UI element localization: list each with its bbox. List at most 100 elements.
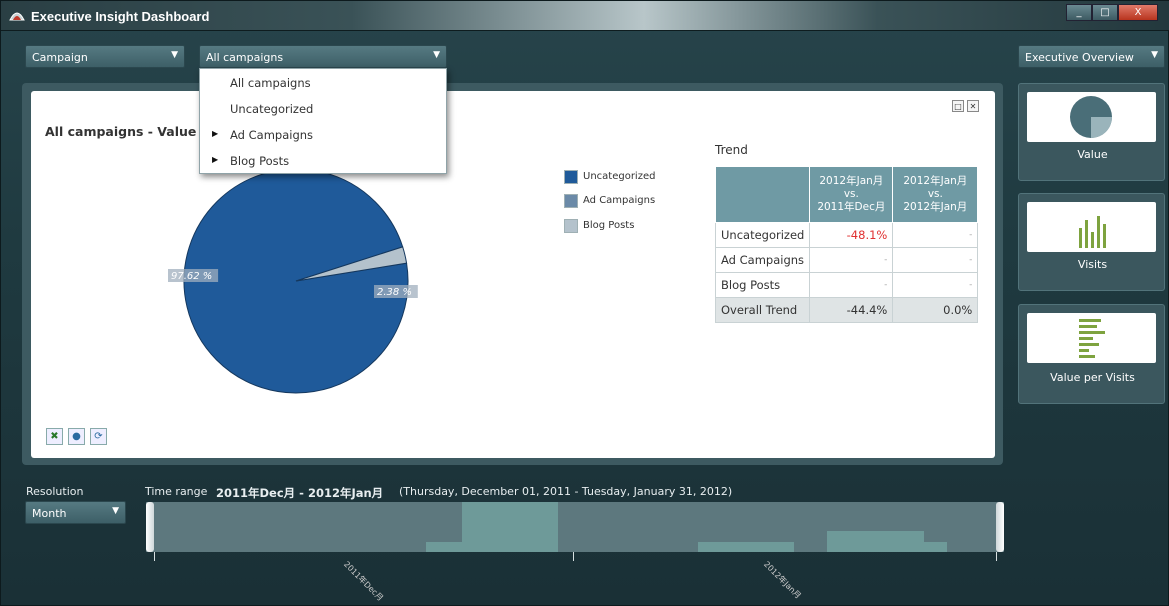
dropdown-item-label: All campaigns [230,76,311,90]
timeline-slider[interactable] [146,502,1004,552]
row-label: Uncategorized [714,222,811,248]
app-window: Executive Insight Dashboard _ □ X Campai… [0,0,1169,606]
dropdown-item-uncategorized[interactable]: Uncategorized [200,95,446,121]
pie-slice [183,171,409,394]
chevron-down-icon: ▼ [112,506,119,516]
timeline-bar [924,542,947,552]
header-line: vs. [927,188,943,200]
dropdown-item-all-campaigns[interactable]: All campaigns [200,69,446,95]
campaign-dropdown-list: All campaigns Uncategorized ▶ Ad Campaign… [199,68,447,174]
header-line: 2012年Jan月 [903,201,968,213]
trend-cell: - [892,272,979,298]
trend-cell: - [892,247,979,273]
thumbnail [1027,313,1156,363]
legend-swatch [564,194,578,208]
trend-cell: -44.4% [809,297,894,323]
row-label: Overall Trend [714,297,811,323]
row-label: Blog Posts [714,272,811,298]
globe-icon[interactable]: ● [68,428,85,445]
table-row: Blog Posts - - [714,272,979,298]
trend-cell: -48.1% [809,222,894,248]
trend-cell: - [892,222,979,248]
dimension-dropdown[interactable]: Campaign ▼ [25,45,185,68]
trend-label: Trend [715,143,748,157]
bar-chart-icon [1079,216,1106,248]
legend-label: Blog Posts [583,220,635,231]
side-panel-value-per-visits[interactable]: Value per Visits [1018,304,1165,404]
timeline-bar [698,542,794,552]
timeline-bar [426,542,462,552]
axis-tick [154,552,155,561]
title-bar[interactable]: Executive Insight Dashboard _ □ X [1,1,1169,31]
legend-label: Uncategorized [583,171,656,182]
close-button[interactable]: X [1118,4,1158,21]
pie-chart-icon [1070,96,1112,138]
close-card-icon[interactable]: ✕ [967,100,979,112]
side-panel-label: Value per Visits [1050,371,1135,384]
axis-tick [996,552,997,561]
range-start-handle[interactable] [146,502,154,552]
dropdown-item-label: Uncategorized [230,102,314,116]
view-dropdown[interactable]: Executive Overview ▼ [1018,45,1165,68]
horizontal-bar-chart-icon [1079,319,1105,358]
timeline-bar [462,502,558,552]
excel-export-icon[interactable]: ✖ [46,428,63,445]
expand-arrow-icon: ▶ [212,129,219,138]
header-line: 2012年Jan月 [903,175,968,187]
chevron-down-icon: ▼ [433,50,440,60]
resolution-dropdown[interactable]: Month ▼ [25,501,126,524]
slice-label: 97.62 % [171,271,212,282]
side-panel-visits[interactable]: Visits [1018,193,1165,291]
header-line: 2011年Dec月 [817,201,886,213]
time-range-label: Time range [145,485,208,498]
legend-swatch [564,170,578,184]
axis-tick [573,552,574,561]
side-panel-label: Visits [1077,258,1108,271]
refresh-icon[interactable]: ⟳ [90,428,107,445]
minimize-button[interactable]: _ [1066,4,1092,21]
maximize-card-icon[interactable]: □ [952,100,964,112]
campaign-value: All campaigns [206,51,284,64]
expand-arrow-icon: ▶ [212,155,219,164]
table-row: Ad Campaigns - - [714,247,979,273]
app-logo-icon [9,12,25,21]
row-label: Ad Campaigns [714,247,811,273]
dimension-value: Campaign [32,51,88,64]
trend-cell: 0.0% [892,297,979,323]
range-end-handle[interactable] [996,502,1004,552]
header-line: 2012年Jan月 [819,175,884,187]
axis-label: 2012年Jan月 [761,559,803,601]
dropdown-item-ad-campaigns[interactable]: ▶ Ad Campaigns [200,121,446,147]
time-range-dates: (Thursday, December 01, 2011 - Tuesday, … [399,485,733,498]
side-panel-label: Value [1077,148,1108,161]
table-header: 2012年Jan月 vs. 2011年Dec月 [809,166,894,223]
view-value: Executive Overview [1025,51,1134,64]
axis-label: 2011年Dec月 [341,559,385,603]
table-row: Overall Trend -44.4% 0.0% [714,297,979,323]
chevron-down-icon: ▼ [171,50,178,60]
thumbnail [1027,202,1156,252]
card-title: All campaigns - Value [45,124,197,139]
header-line: vs. [843,188,859,200]
pie-chart: 97.62 % 2.38 % [168,171,418,394]
timeline-bar [827,531,924,552]
time-range-value: 2011年Dec月 - 2012年Jan月 [216,486,384,500]
resolution-label: Resolution [26,485,84,498]
dropdown-item-blog-posts[interactable]: ▶ Blog Posts [200,147,446,173]
thumbnail [1027,92,1156,142]
trend-cell: - [809,272,894,298]
trend-cell: - [809,247,894,273]
legend-label: Ad Campaigns [583,195,656,206]
window-title: Executive Insight Dashboard [31,9,210,24]
side-panel-value[interactable]: Value [1018,83,1165,181]
dropdown-item-label: Ad Campaigns [230,128,314,142]
table-row: Uncategorized -48.1% - [714,222,979,248]
legend-swatch [564,219,578,233]
maximize-button[interactable]: □ [1092,4,1118,21]
slice-label: 2.38 % [377,287,412,298]
resolution-value: Month [32,507,67,520]
trend-table: 2012年Jan月 vs. 2011年Dec月 2012年Jan月 vs. 2012年J… [714,166,979,323]
campaign-dropdown[interactable]: All campaigns ▼ [199,45,447,68]
table-header-empty [714,166,811,223]
table-header: 2012年Jan月 vs. 2012年Jan月 [892,166,979,223]
